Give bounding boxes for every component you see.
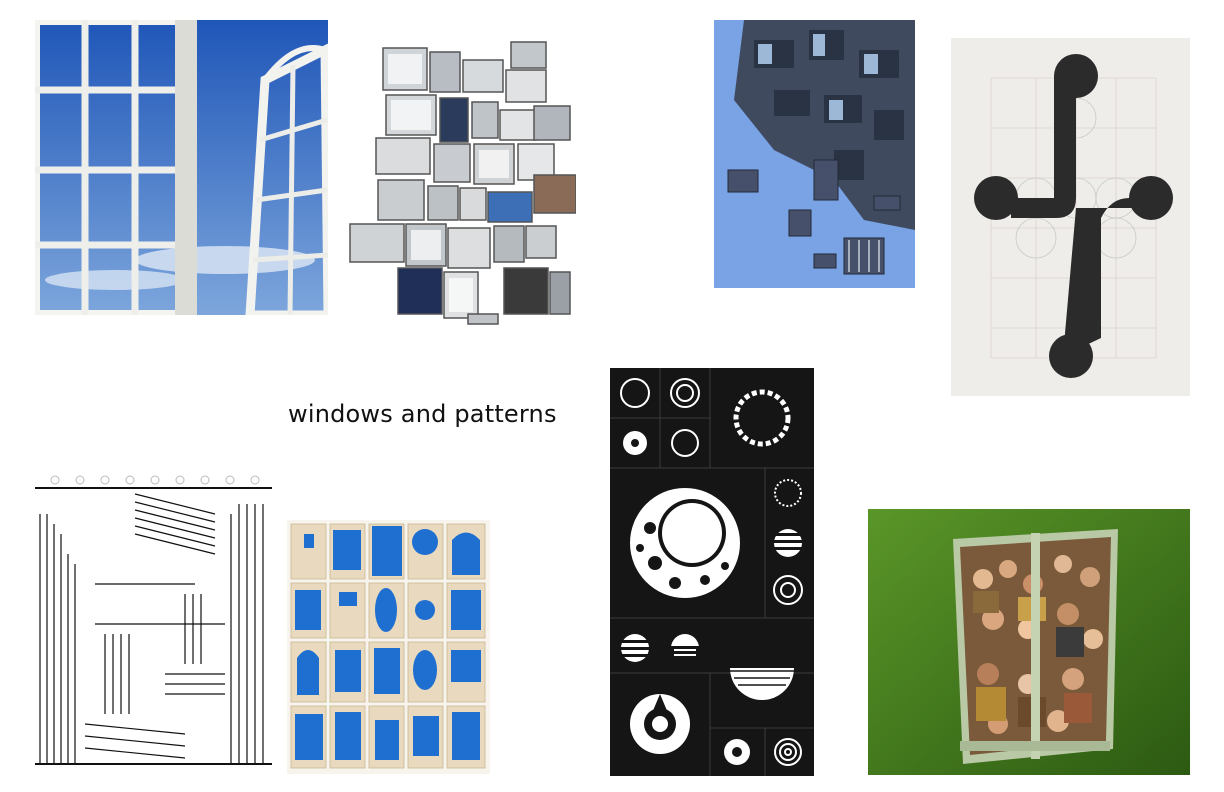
- image-blue-cards: [287, 520, 490, 774]
- board-title: windows and patterns: [288, 400, 557, 428]
- image-line-drawing: [35, 474, 272, 766]
- image-building-sky: [714, 20, 915, 288]
- image-window-collage: [348, 40, 576, 325]
- image-pattern-grid: [610, 368, 814, 776]
- image-crowd-window: [868, 509, 1190, 775]
- image-letterform-poster: [951, 38, 1190, 396]
- image-open-window: [35, 20, 328, 315]
